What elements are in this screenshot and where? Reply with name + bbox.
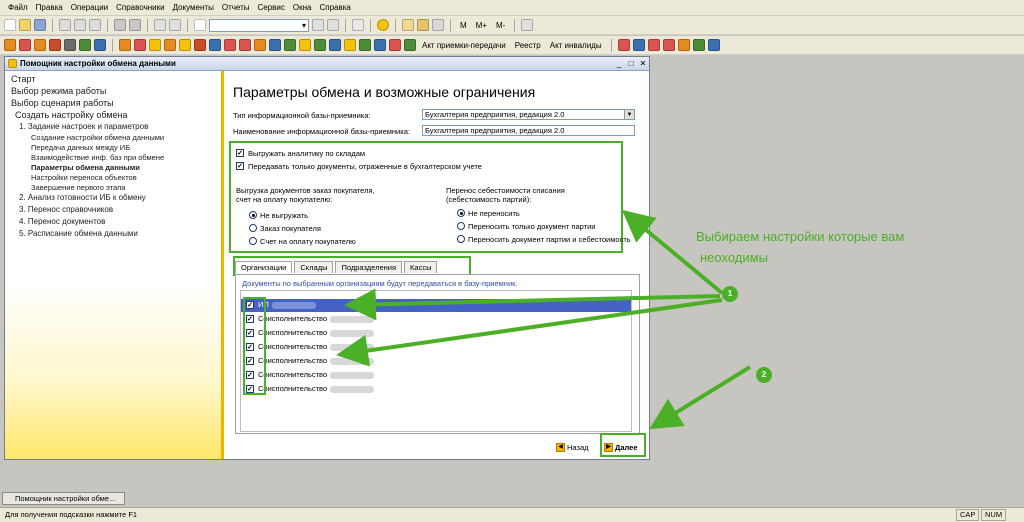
window-taskbar: Помощник настройки обме... bbox=[0, 490, 1024, 507]
annotation-arrows bbox=[336, 209, 752, 430]
num-indicator: NUM bbox=[981, 509, 1007, 521]
arrow-to-org-list bbox=[336, 298, 723, 367]
arrow-to-next bbox=[649, 365, 752, 430]
arrow-to-options bbox=[621, 209, 724, 295]
taskbar-wizard-item[interactable]: Помощник настройки обме... bbox=[2, 492, 125, 505]
status-bar: Для получения подсказки нажмите F1 CAP N… bbox=[0, 507, 1024, 522]
status-hint: Для получения подсказки нажмите F1 bbox=[5, 510, 138, 519]
caps-indicator: CAP bbox=[956, 509, 980, 521]
arrow-to-first-org bbox=[344, 288, 721, 321]
